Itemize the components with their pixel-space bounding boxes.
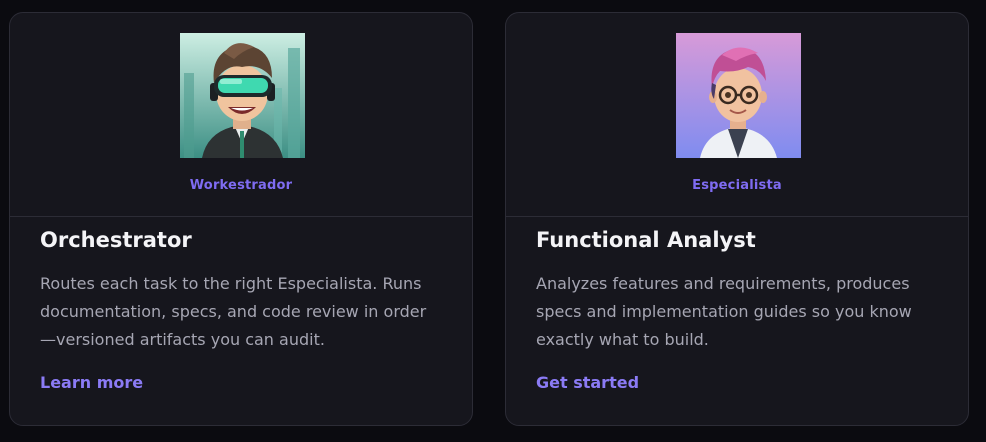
card-description: Routes each task to the right Especialis… <box>40 274 427 349</box>
card-description: Analyzes features and requirements, prod… <box>536 274 912 349</box>
card-body: Functional Analyst Analyzes features and… <box>506 217 968 354</box>
get-started-link[interactable]: Get started <box>536 373 639 392</box>
vr-headset-person-avatar <box>180 33 305 158</box>
card-header: Workestrador <box>10 13 472 217</box>
glasses-scientist-avatar <box>676 33 801 158</box>
card-header: Especialista <box>506 13 968 217</box>
functional-analyst-card: Especialista Functional Analyst Analyzes… <box>505 12 969 426</box>
orchestrator-card: Workestrador Orchestrator Routes each ta… <box>9 12 473 426</box>
card-title: Functional Analyst <box>536 228 756 252</box>
role-tag: Workestrador <box>189 178 293 193</box>
role-tag: Especialista <box>692 178 782 193</box>
learn-more-link[interactable]: Learn more <box>40 373 143 392</box>
card-title: Orchestrator <box>40 228 192 252</box>
agent-cards-grid: Workestrador Orchestrator Routes each ta… <box>0 0 986 442</box>
card-body: Orchestrator Routes each task to the rig… <box>10 217 472 354</box>
